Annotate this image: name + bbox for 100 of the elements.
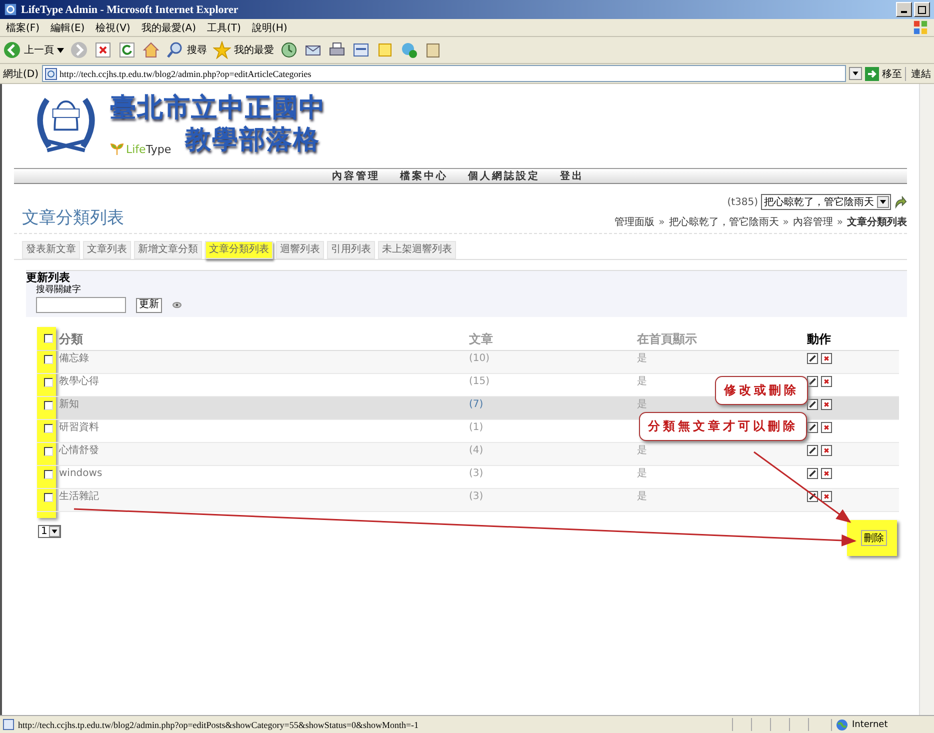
blog-id: (t385) (727, 196, 758, 208)
delete-button[interactable]: 刪除 (861, 530, 887, 546)
eye-icon[interactable] (172, 301, 182, 309)
category-name[interactable]: windows (59, 468, 102, 478)
breadcrumb-separator: » (782, 216, 789, 228)
blog-select[interactable]: 把心晾乾了，管它陰雨天 (761, 194, 891, 210)
edit-icon[interactable] (807, 444, 818, 456)
edit-icon[interactable] (807, 376, 818, 386)
minimize-button[interactable] (896, 2, 912, 17)
nav-link[interactable]: 個人網誌設定 (468, 169, 540, 183)
home-icon[interactable] (142, 41, 160, 59)
delete-icon[interactable] (821, 422, 832, 432)
filter-legend: 更新列表 (26, 271, 70, 284)
nav-link[interactable]: 檔案中心 (400, 169, 448, 183)
leaf-logo-icon (110, 142, 124, 156)
breadcrumb-link[interactable]: 把心晾乾了，管它陰雨天 (668, 215, 779, 229)
maximize-button[interactable] (914, 2, 930, 17)
shown-on-home: 是 (637, 398, 647, 410)
column-header: 動作 (807, 329, 899, 350)
delete-icon[interactable] (821, 468, 832, 478)
search-icon (166, 41, 184, 59)
page-icon (44, 68, 57, 80)
search-label: 搜尋關鍵字 (36, 285, 81, 296)
logo-title: 臺北市立中正國中 (110, 92, 326, 124)
delete-icon[interactable] (821, 444, 832, 456)
breadcrumb-link[interactable]: 管理面版 (614, 215, 655, 229)
menu-item[interactable]: 工具(T) (207, 20, 241, 34)
arrow-icon (865, 66, 879, 80)
dropdown-icon (49, 526, 60, 536)
caret-icon (57, 48, 64, 52)
edit-icon[interactable] (807, 422, 818, 432)
shown-on-home: 是 (637, 352, 647, 364)
browser-icon (4, 3, 17, 16)
menu-item[interactable]: 我的最愛(A) (141, 20, 196, 34)
windows-flag-icon (913, 20, 928, 35)
favorites-button[interactable]: 我的最愛 (213, 41, 274, 59)
tab[interactable]: 未上架迴響列表 (378, 241, 456, 259)
zone-label: Internet (852, 720, 888, 730)
back-icon (3, 41, 21, 59)
dropdown-icon[interactable] (849, 67, 862, 80)
dropdown-icon (877, 196, 889, 208)
column-header: 在首頁顯示 (637, 329, 807, 350)
breadcrumb-separator: » (658, 216, 665, 228)
tab[interactable]: 文章分類列表 (205, 241, 273, 259)
category-name[interactable]: 心情舒發 (59, 444, 99, 456)
brand-name: LifeType (126, 142, 172, 156)
category-name[interactable]: 教學心得 (59, 376, 99, 386)
category-name[interactable]: 研習資料 (59, 422, 99, 432)
menu-item[interactable]: 檔案(F) (6, 20, 40, 34)
delete-icon[interactable] (821, 352, 832, 364)
menu-item[interactable]: 說明(H) (252, 20, 288, 34)
delete-icon[interactable] (821, 398, 832, 410)
update-button[interactable]: 更新 (136, 298, 162, 312)
stop-icon[interactable] (94, 41, 112, 59)
breadcrumb-separator: » (836, 216, 843, 228)
callout: 修改或刪除 (715, 376, 808, 405)
minimize-icon (901, 11, 907, 13)
category-name[interactable]: 備忘錄 (59, 352, 89, 364)
menu-item[interactable]: 編輯(E) (50, 20, 85, 34)
logo-subtitle: 教學部落格 (185, 124, 320, 156)
tab[interactable]: 引用列表 (327, 241, 375, 259)
nav-link[interactable]: 內容管理 (332, 169, 380, 183)
page-icon (3, 719, 14, 730)
shown-on-home: 是 (637, 468, 647, 478)
go-arrow-icon[interactable] (894, 196, 907, 208)
go-button[interactable]: 移至 (865, 66, 902, 80)
tab[interactable]: 新增文章分類 (134, 241, 202, 259)
edit-icon[interactable] (807, 352, 818, 364)
column-header: 分類 (59, 329, 469, 350)
callout: 分類無文章才可以刪除 (639, 412, 807, 441)
delete-icon[interactable] (821, 376, 832, 386)
delete-icon[interactable] (821, 490, 832, 502)
breadcrumb-link[interactable]: 內容管理 (792, 215, 833, 229)
refresh-icon[interactable] (118, 41, 136, 59)
status-url: http://tech.ccjhs.tp.edu.tw/blog2/admin.php?op=editPosts&showCategory=55&showStatus=0&showMonth=-1 (18, 720, 419, 730)
address-field[interactable]: http://tech.ccjhs.tp.edu.tw/blog2/admin.php?op=editArticleCategories (42, 65, 846, 82)
scrollbar[interactable] (919, 84, 934, 715)
menu-item[interactable]: 檢視(V) (96, 20, 130, 34)
shown-on-home: 是 (637, 490, 647, 502)
search-button[interactable]: 搜尋 (166, 41, 207, 59)
category-name[interactable]: 生活雜記 (59, 490, 99, 502)
column-header: 文章 (469, 329, 637, 350)
edit-icon[interactable] (807, 398, 818, 410)
search-field[interactable] (36, 297, 126, 313)
tab[interactable]: 文章列表 (83, 241, 131, 259)
page-heading: 文章分類列表 (21, 207, 124, 229)
back-button[interactable]: 上一頁 (3, 41, 64, 59)
address-label: 網址(D) (3, 68, 39, 80)
shown-on-home: 是 (637, 444, 647, 456)
star-icon (213, 41, 231, 59)
shown-on-home: 是 (637, 376, 647, 386)
tab[interactable]: 發表新文章 (22, 241, 80, 259)
maximize-icon (917, 4, 927, 14)
history-icon[interactable] (280, 41, 298, 59)
page-select[interactable]: 1 (38, 524, 62, 538)
window-title: LifeType Admin - Microsoft Internet Explorer (21, 4, 238, 16)
nav-link[interactable]: 登出 (560, 169, 584, 183)
edit-icon[interactable] (807, 468, 818, 478)
tab[interactable]: 迴響列表 (276, 241, 324, 259)
links-button[interactable]: 連結 (905, 66, 931, 80)
